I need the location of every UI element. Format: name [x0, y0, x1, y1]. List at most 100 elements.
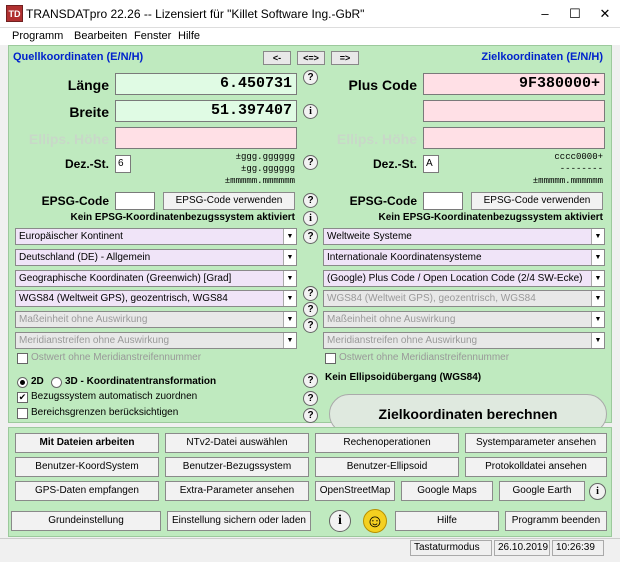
google-earth-button[interactable]: Google Earth: [499, 481, 585, 501]
info-icon[interactable]: i: [589, 483, 606, 500]
dez-input[interactable]: 6: [115, 155, 131, 173]
chevron-down-icon: ▼: [283, 333, 296, 348]
info-icon[interactable]: i: [303, 104, 318, 119]
target-region-select[interactable]: Weltweite Systeme ▼: [323, 228, 605, 245]
extra-params-button[interactable]: Extra-Parameter ansehen: [165, 481, 309, 501]
target-datum-select: WGS84 (Weltweit GPS), geozentrisch, WGS8…: [323, 290, 605, 307]
app-icon[interactable]: TD: [6, 5, 23, 22]
chevron-down-icon: ▼: [591, 333, 604, 348]
swap-button[interactable]: <=>: [297, 51, 325, 65]
lon-input[interactable]: 6.450731: [115, 73, 297, 95]
epsg-use-button[interactable]: EPSG-Code verwenden: [163, 192, 295, 210]
help-button[interactable]: Hilfe: [395, 511, 499, 531]
help-icon[interactable]: ?: [303, 408, 318, 423]
logfile-button[interactable]: Protokolldatei ansehen: [465, 457, 607, 477]
format-line-1: ±ggg.gggggg: [235, 152, 295, 162]
calc-ops-button[interactable]: Rechenoperationen: [315, 433, 459, 453]
height-input[interactable]: [115, 127, 297, 149]
help-icon[interactable]: ?: [303, 155, 318, 170]
epsg-note: Kein EPSG-Koordinatenbezugssystem aktivi…: [70, 212, 295, 223]
target-field-2[interactable]: [423, 100, 605, 122]
menu-programm[interactable]: Programm: [12, 28, 63, 45]
exit-button[interactable]: Programm beenden: [505, 511, 607, 531]
target-epsg-input[interactable]: [423, 192, 463, 210]
menu-bearbeiten[interactable]: Bearbeiten: [74, 28, 127, 45]
target-meridian-select: Meridianstreifen ohne Auswirkung ▼: [323, 332, 605, 349]
gps-button[interactable]: GPS-Daten empfangen: [15, 481, 159, 501]
bezug-label: Bezugssystem automatisch zuordnen: [31, 391, 198, 402]
bereich-label: Bereichsgrenzen berücksichtigen: [31, 407, 179, 418]
source-unit-select: Maßeinheit ohne Auswirkung ▼: [15, 311, 297, 328]
source-country-select[interactable]: Deutschland (DE) - Allgemein ▼: [15, 249, 297, 266]
chevron-down-icon: ▼: [283, 271, 296, 286]
bereich-checkbox[interactable]: [17, 408, 28, 419]
info-icon[interactable]: i: [329, 510, 351, 532]
files-button[interactable]: Mit Dateien arbeiten: [15, 433, 159, 453]
format-line-2: ±gg.gggggg: [240, 164, 295, 174]
ntv2-button[interactable]: NTv2-Datei auswählen: [165, 433, 309, 453]
window-title: TRANSDATpro 22.26 -- Lizensiert für "Kil…: [26, 7, 365, 21]
target-format-line-1: cccc0000+: [554, 152, 603, 162]
target-ostwert-checkbox: [325, 353, 336, 364]
pluscode-output[interactable]: 9F380000+: [423, 73, 605, 95]
target-dez-label: Dez.-St.: [372, 157, 417, 171]
info-icon[interactable]: i: [303, 211, 318, 226]
height-label: Ellips. Höhe: [28, 131, 109, 147]
user-ellipsoid-button[interactable]: Benutzer-Ellipsoid: [315, 457, 459, 477]
default-settings-button[interactable]: Grundeinstellung: [11, 511, 161, 531]
chevron-down-icon: ▼: [283, 250, 296, 265]
user-refsys-button[interactable]: Benutzer-Bezugssystem: [165, 457, 309, 477]
source-datum-select[interactable]: WGS84 (Weltweit GPS), geozentrisch, WGS8…: [15, 290, 297, 307]
target-height-output[interactable]: [423, 127, 605, 149]
help-icon[interactable]: ?: [303, 373, 318, 388]
target-epsg-use-button[interactable]: EPSG-Code verwenden: [471, 192, 603, 210]
radio-3d[interactable]: [51, 377, 62, 388]
target-epsg-label: EPSG-Code: [349, 194, 417, 208]
help-icon[interactable]: ?: [303, 70, 318, 85]
menu-fenster[interactable]: Fenster: [134, 28, 171, 45]
chevron-down-icon: ▼: [283, 291, 296, 306]
chevron-down-icon: ▼: [591, 271, 604, 286]
help-icon[interactable]: ?: [303, 229, 318, 244]
osm-button[interactable]: OpenStreetMap: [315, 481, 395, 501]
status-mode: Tastaturmodus: [410, 540, 492, 556]
minimize-button[interactable]: –: [530, 0, 560, 28]
source-region-select[interactable]: Europäischer Kontinent ▼: [15, 228, 297, 245]
help-icon[interactable]: ?: [303, 318, 318, 333]
radio-2d-label: 2D: [31, 376, 44, 387]
status-date: 26.10.2019: [494, 540, 550, 556]
target-format-line-3: ±mmmmm.mmmmmm: [532, 176, 603, 186]
source-header: Quellkoordinaten (E/N/H): [13, 51, 144, 63]
close-button[interactable]: ✕: [590, 0, 620, 28]
target-dez-input[interactable]: A: [423, 155, 439, 173]
source-system-select[interactable]: Geographische Koordinaten (Greenwich) [G…: [15, 270, 297, 287]
ellipsoid-note: Kein Ellipsoidübergang (WGS84): [325, 372, 482, 383]
chevron-down-icon: ▼: [591, 312, 604, 327]
format-line-3: ±mmmmm.mmmmmm: [224, 176, 295, 186]
dez-label: Dez.-St.: [64, 157, 109, 171]
help-icon[interactable]: ?: [303, 193, 318, 208]
help-icon[interactable]: ?: [303, 302, 318, 317]
user-coordsys-button[interactable]: Benutzer-KoordSystem: [15, 457, 159, 477]
epsg-label: EPSG-Code: [41, 194, 109, 208]
menu-bar: Programm Bearbeiten Fenster Hilfe: [0, 28, 620, 45]
lat-input[interactable]: 51.397407: [115, 100, 297, 122]
target-system-select[interactable]: (Google) Plus Code / Open Location Code …: [323, 270, 605, 287]
help-icon[interactable]: ?: [303, 286, 318, 301]
button-panel: Mit Dateien arbeiten NTv2-Datei auswähle…: [8, 427, 612, 537]
menu-hilfe[interactable]: Hilfe: [178, 28, 200, 45]
target-header: Zielkoordinaten (E/N/H): [481, 51, 603, 63]
smiley-icon[interactable]: ☺: [363, 509, 387, 533]
sysparams-button[interactable]: Systemparameter ansehen: [465, 433, 607, 453]
epsg-input[interactable]: [115, 192, 155, 210]
source-ostwert-checkbox: [17, 353, 28, 364]
bezug-checkbox[interactable]: ✔: [17, 392, 28, 403]
maximize-button[interactable]: ☐: [560, 0, 590, 28]
radio-2d[interactable]: [17, 377, 28, 388]
copy-left-button[interactable]: <-: [263, 51, 291, 65]
save-load-settings-button[interactable]: Einstellung sichern oder laden: [167, 511, 311, 531]
google-maps-button[interactable]: Google Maps: [401, 481, 493, 501]
help-icon[interactable]: ?: [303, 391, 318, 406]
target-country-select[interactable]: Internationale Koordinatensysteme ▼: [323, 249, 605, 266]
copy-right-button[interactable]: =>: [331, 51, 359, 65]
